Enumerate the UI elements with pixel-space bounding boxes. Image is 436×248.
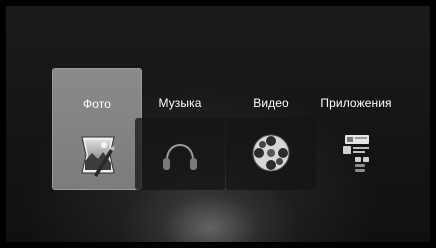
photo-icon	[81, 136, 115, 177]
menu-item-photo[interactable]: Фото	[52, 68, 142, 190]
menu-item-apps[interactable]: Приложения	[311, 68, 401, 190]
menu-item-label: Музыка	[158, 96, 202, 110]
media-menu-screen: Фото Музыка Видео Приложения	[0, 0, 436, 248]
video-reel-icon	[252, 134, 290, 172]
apps-icon	[343, 135, 369, 172]
menu-item-video[interactable]: Видео	[226, 68, 316, 190]
menu-item-label: Приложения	[320, 96, 392, 110]
menu-item-label: Видео	[253, 96, 289, 110]
music-icon	[163, 144, 197, 170]
menu-item-music[interactable]: Музыка	[135, 68, 225, 190]
menu-item-label: Фото	[83, 97, 111, 111]
